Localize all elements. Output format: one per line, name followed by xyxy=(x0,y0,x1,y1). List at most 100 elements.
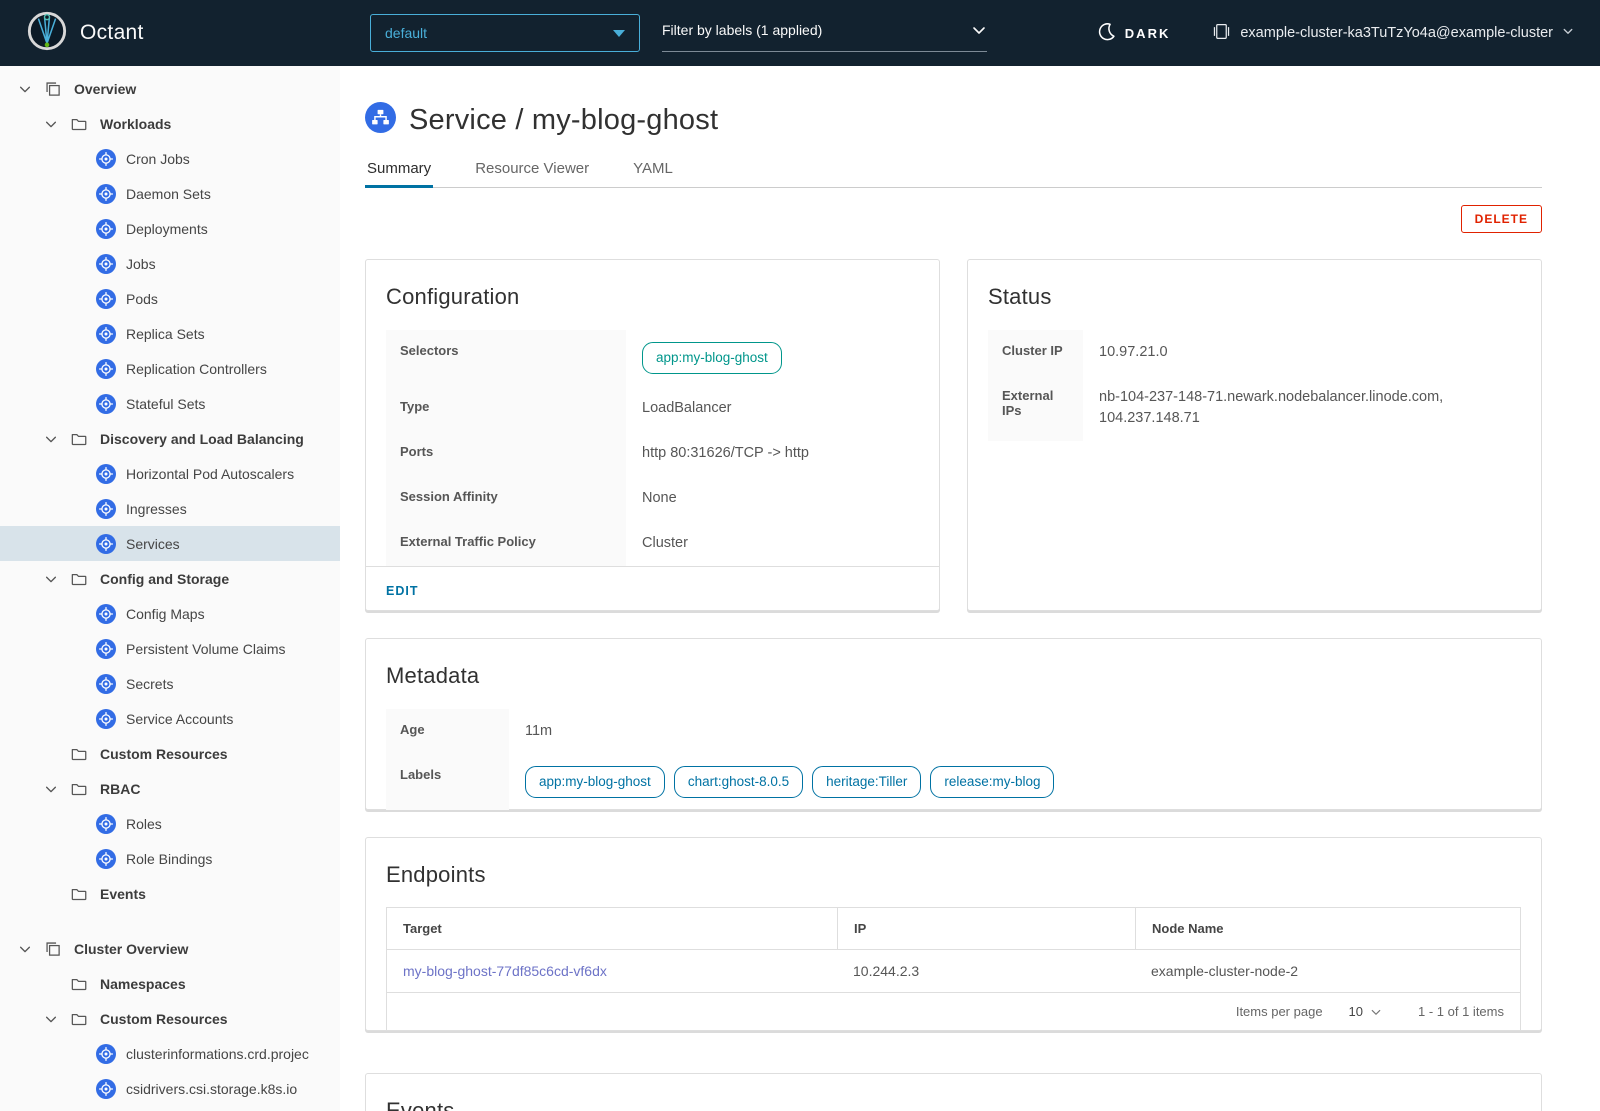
endpoints-header-row: Target IP Node Name xyxy=(387,908,1520,950)
label-pill[interactable]: app:my-blog-ghost xyxy=(525,766,665,798)
selector-pill[interactable]: app:my-blog-ghost xyxy=(642,342,782,374)
sidebar-item-discovery-and-load-balancing[interactable]: Discovery and Load Balancing xyxy=(0,421,340,456)
sidebar-item-namespaces[interactable]: Namespaces xyxy=(0,966,340,1001)
label-filter-dropdown[interactable]: Filter by labels (1 applied) xyxy=(662,14,987,52)
config-row-label: Type xyxy=(386,386,626,431)
namespace-dropdown[interactable]: default xyxy=(370,14,640,52)
chevron-down-icon xyxy=(1562,25,1574,41)
pagination-range: 1 - 1 of 1 items xyxy=(1418,1004,1504,1019)
folder-icon xyxy=(70,569,90,589)
sidebar-item-rbac[interactable]: RBAC xyxy=(0,771,340,806)
sidebar-item-label: Cluster Overview xyxy=(74,941,188,957)
sidebar-item-label: Roles xyxy=(126,816,162,832)
sidebar-item-services[interactable]: Services xyxy=(0,526,340,561)
sidebar-item-custom-resources[interactable]: Custom Resources xyxy=(0,1001,340,1036)
sidebar-item-label: Config and Storage xyxy=(100,571,229,587)
tab-summary[interactable]: Summary xyxy=(365,156,433,188)
metadata-age-value: 11m xyxy=(509,709,1521,754)
chevron-down-icon[interactable] xyxy=(44,1012,60,1026)
sidebar-item-secrets[interactable]: Secrets xyxy=(0,666,340,701)
sidebar-item-workloads[interactable]: Workloads xyxy=(0,106,340,141)
sidebar-item-config-maps[interactable]: Config Maps xyxy=(0,596,340,631)
status-card: Status Cluster IP10.97.21.0External IPsn… xyxy=(967,259,1542,611)
status-row-value: nb-104-237-148-71.newark.nodebalancer.li… xyxy=(1083,375,1521,441)
brand-name: Octant xyxy=(80,21,144,45)
sidebar-item-config-and-storage[interactable]: Config and Storage xyxy=(0,561,340,596)
folder-icon xyxy=(70,114,90,134)
resource-icon xyxy=(96,464,116,484)
sidebar-item-service-accounts[interactable]: Service Accounts xyxy=(0,701,340,736)
sidebar-item-jobs[interactable]: Jobs xyxy=(0,246,340,281)
endpoints-pagination: Items per page 10 1 - 1 of 1 items xyxy=(387,993,1520,1030)
sidebar-item-label: Role Bindings xyxy=(126,851,212,867)
sidebar-item-label: Ingresses xyxy=(126,501,187,517)
chevron-down-icon[interactable] xyxy=(44,782,60,796)
sidebar-item-events[interactable]: Events xyxy=(0,876,340,911)
sidebar-item-label: Daemon Sets xyxy=(126,186,211,202)
resource-icon xyxy=(96,1079,116,1099)
sidebar-item-replica-sets[interactable]: Replica Sets xyxy=(0,316,340,351)
chevron-down-icon[interactable] xyxy=(44,572,60,586)
resource-icon xyxy=(96,639,116,659)
sidebar-item-persistent-volume-claims[interactable]: Persistent Volume Claims xyxy=(0,631,340,666)
cluster-context-switcher[interactable]: example-cluster-ka3TuTzYo4a@example-clus… xyxy=(1212,22,1574,45)
moon-icon xyxy=(1097,22,1116,44)
theme-toggle[interactable]: DARK xyxy=(1097,22,1171,44)
sidebar-item-daemon-sets[interactable]: Daemon Sets xyxy=(0,176,340,211)
app-icon xyxy=(44,79,64,99)
sidebar-item-ingresses[interactable]: Ingresses xyxy=(0,491,340,526)
config-row-value: None xyxy=(626,476,919,521)
tab-resource-viewer[interactable]: Resource Viewer xyxy=(473,156,591,187)
chevron-down-icon[interactable] xyxy=(18,942,34,956)
sidebar-item-label: Config Maps xyxy=(126,606,205,622)
sidebar-item-roles[interactable]: Roles xyxy=(0,806,340,841)
items-per-page-label: Items per page xyxy=(1236,1004,1323,1019)
config-row-label: Selectors xyxy=(386,330,626,386)
sidebar-item-label: Overview xyxy=(74,81,136,97)
sidebar-item-csidrivers-csi-storage-k8s-io[interactable]: csidrivers.csi.storage.k8s.io xyxy=(0,1071,340,1106)
resource-icon xyxy=(96,359,116,379)
label-pill[interactable]: release:my-blog xyxy=(930,766,1054,798)
sidebar-item-cluster-overview[interactable]: Cluster Overview xyxy=(0,931,340,966)
app-header: Octant default Filter by labels (1 appli… xyxy=(0,0,1600,66)
namespace-dropdown-value: default xyxy=(385,25,427,41)
config-row-value: http 80:31626/TCP -> http xyxy=(626,431,919,476)
sidebar-item-label: Namespaces xyxy=(100,976,186,992)
label-pill[interactable]: chart:ghost-8.0.5 xyxy=(674,766,803,798)
items-per-page-value: 10 xyxy=(1349,1004,1363,1019)
sidebar-item-horizontal-pod-autoscalers[interactable]: Horizontal Pod Autoscalers xyxy=(0,456,340,491)
sidebar-item-label: Stateful Sets xyxy=(126,396,205,412)
sidebar-item-clusterinformations-crd-projec[interactable]: clusterinformations.crd.projec xyxy=(0,1036,340,1071)
chevron-down-icon[interactable] xyxy=(18,82,34,96)
sidebar-item-cron-jobs[interactable]: Cron Jobs xyxy=(0,141,340,176)
sidebar-item-custom-resources[interactable]: Custom Resources xyxy=(0,736,340,771)
edit-link[interactable]: EDIT xyxy=(386,584,418,598)
status-row-value: 10.97.21.0 xyxy=(1083,330,1521,375)
sidebar-item-label: Horizontal Pod Autoscalers xyxy=(126,466,294,482)
tab-yaml[interactable]: YAML xyxy=(631,156,675,187)
folder-icon xyxy=(70,884,90,904)
configuration-title: Configuration xyxy=(366,260,939,310)
sidebar-item-label: Secrets xyxy=(126,676,173,692)
sidebar-item-stateful-sets[interactable]: Stateful Sets xyxy=(0,386,340,421)
delete-button[interactable]: DELETE xyxy=(1461,205,1542,233)
label-pill[interactable]: heritage:Tiller xyxy=(812,766,921,798)
endpoint-target-link[interactable]: my-blog-ghost-77df85c6cd-vf6dx xyxy=(403,963,607,979)
column-header-target: Target xyxy=(387,908,837,949)
sidebar-item-overview[interactable]: Overview xyxy=(0,71,340,106)
folder-icon xyxy=(70,744,90,764)
sidebar-item-replication-controllers[interactable]: Replication Controllers xyxy=(0,351,340,386)
config-row-label: Ports xyxy=(386,431,626,476)
sidebar-item-role-bindings[interactable]: Role Bindings xyxy=(0,841,340,876)
resource-icon xyxy=(96,604,116,624)
navigation-sidebar: Overview WorkloadsCron Jobs Daemon Sets Dep… xyxy=(0,66,340,1111)
tab-bar: Summary Resource Viewer YAML xyxy=(365,156,1542,188)
folder-icon xyxy=(70,974,90,994)
sidebar-item-deployments[interactable]: Deployments xyxy=(0,211,340,246)
sidebar-item-pods[interactable]: Pods xyxy=(0,281,340,316)
items-per-page-select[interactable]: 10 xyxy=(1349,1004,1382,1019)
chevron-down-icon[interactable] xyxy=(44,432,60,446)
metadata-age-label: Age xyxy=(386,709,509,754)
chevron-down-icon[interactable] xyxy=(44,117,60,131)
folder-icon xyxy=(70,1009,90,1029)
